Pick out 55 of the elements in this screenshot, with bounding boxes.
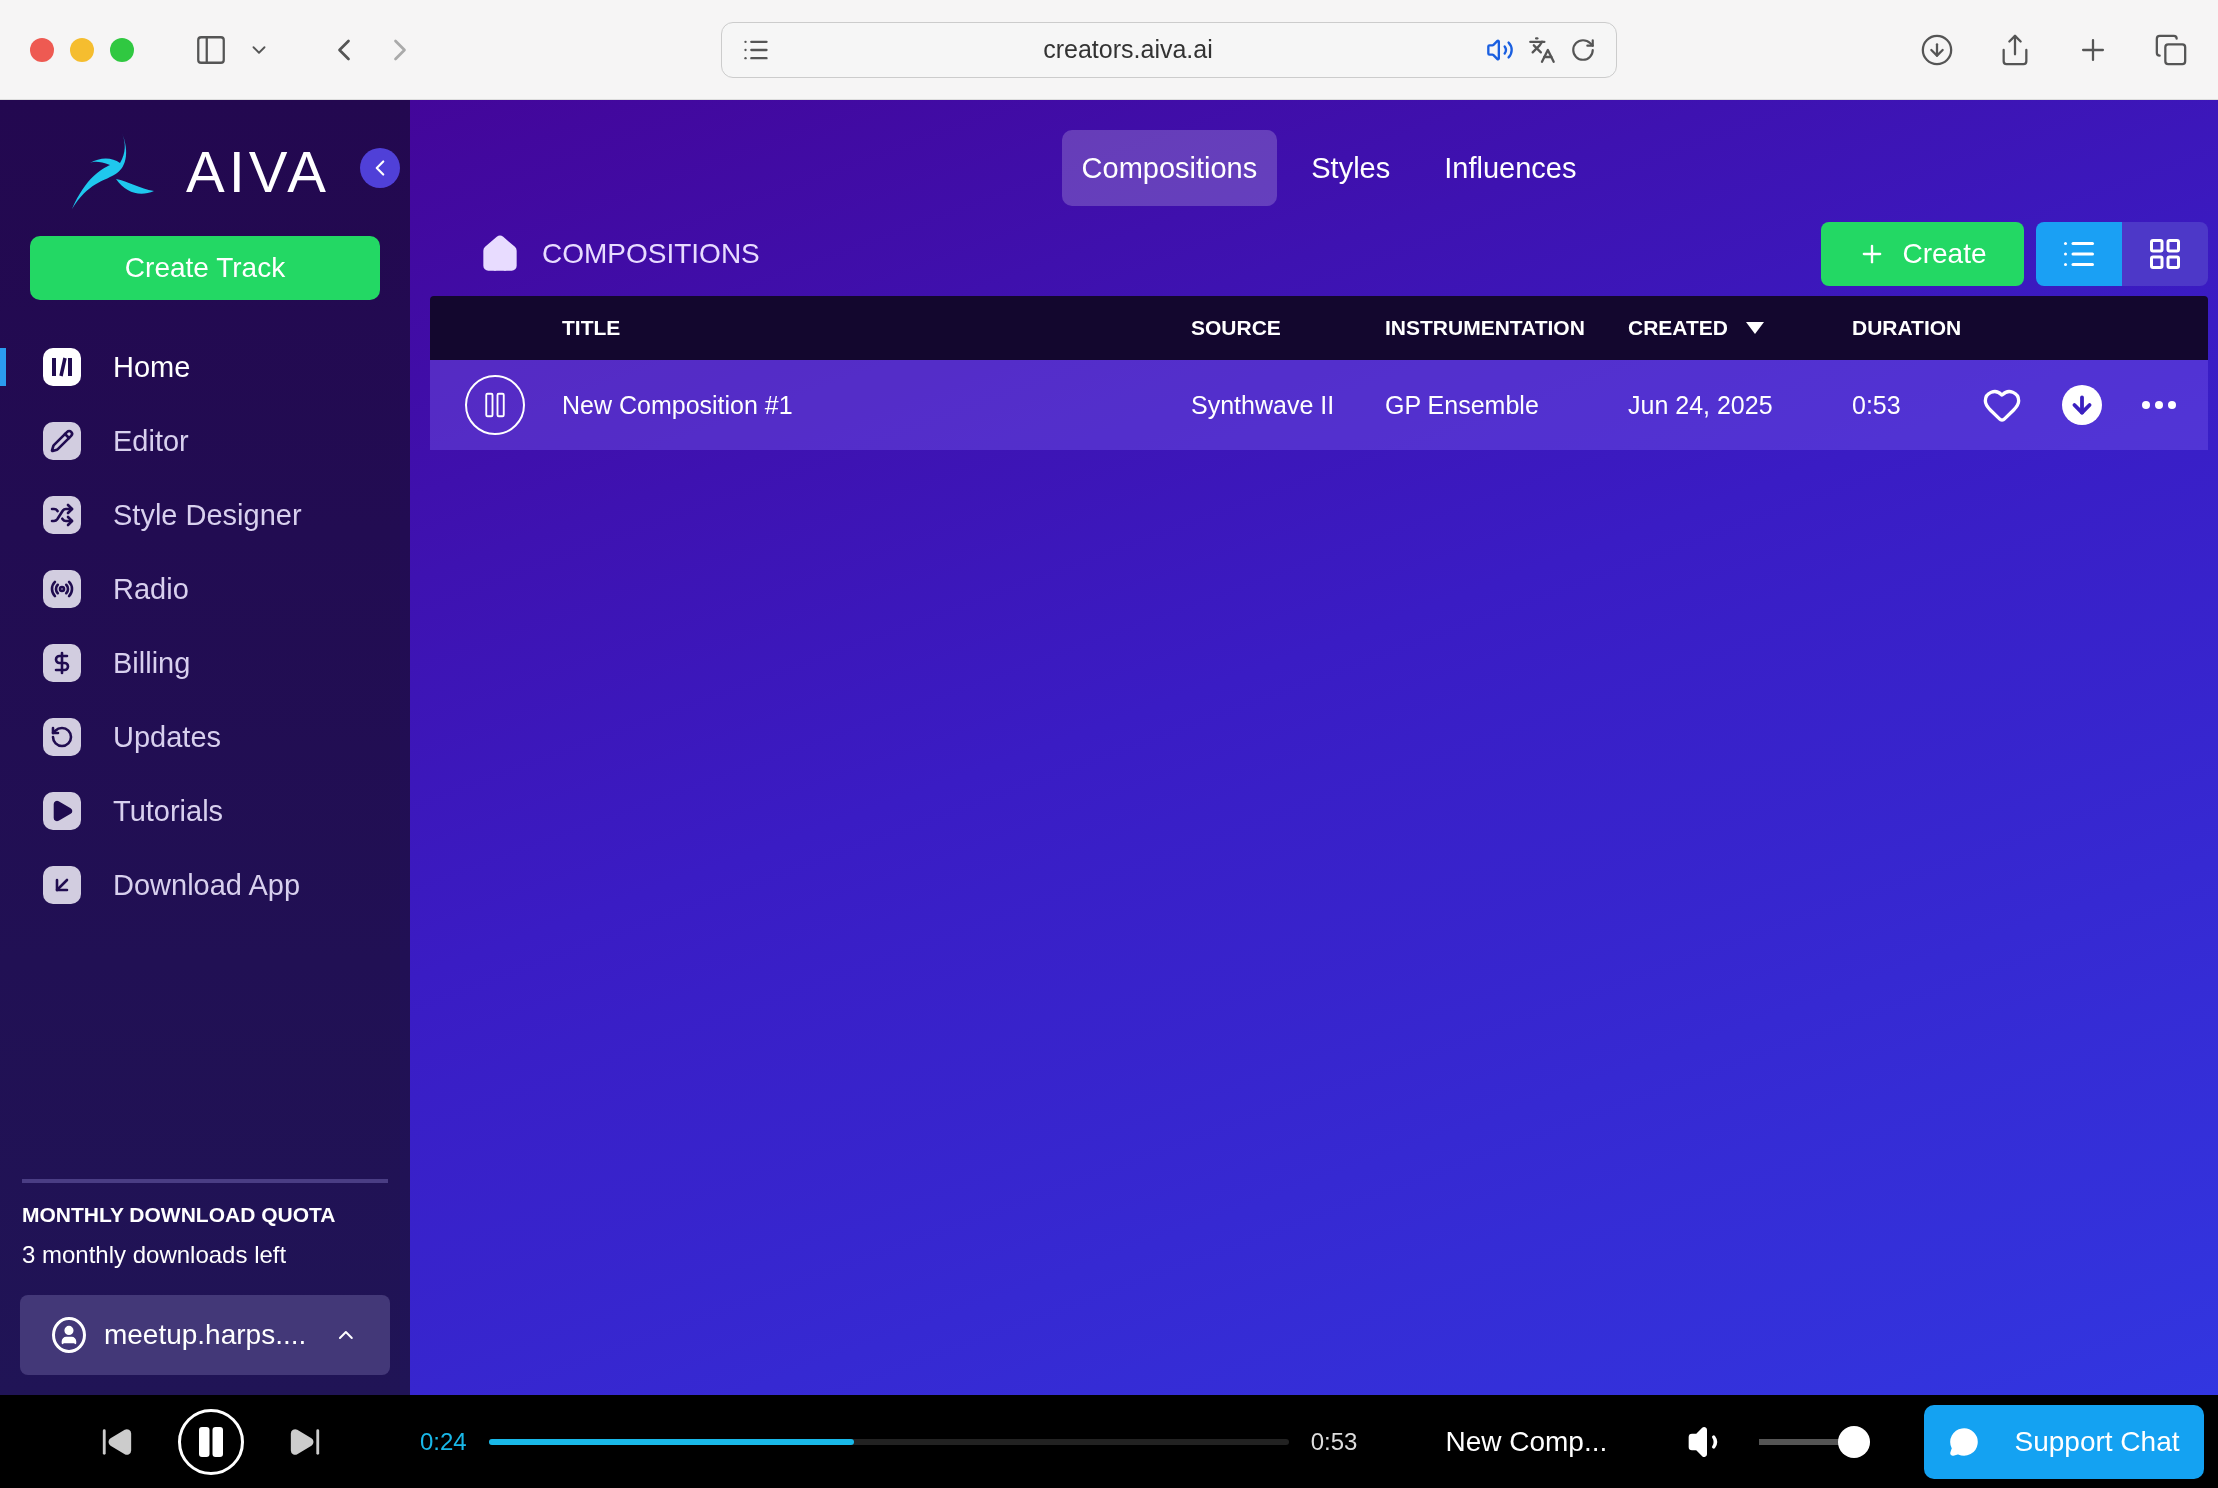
table-cell-text: Synthwave II [1191,390,1336,420]
url-text: creators.aiva.ai [1042,35,1214,64]
logo-text: AIVA [186,137,330,205]
sidebar-item[interactable]: Radio [0,552,410,626]
chat-bubble-icon [1948,1426,1979,1457]
sidebar-item[interactable]: Billing [0,626,410,700]
shuffle-icon [50,503,74,527]
pause-button[interactable] [178,1408,244,1475]
account-menu-button[interactable]: meetup.harps.... [20,1295,390,1375]
breadcrumb: COMPOSITIONS [542,238,760,270]
grid-view-button[interactable] [2122,222,2208,286]
bars-icon [50,356,74,378]
volume-thumb[interactable] [1838,1425,1871,1458]
sidebar-item[interactable]: Updates [0,700,410,774]
quota-title: MONTHLY DOWNLOAD QUOTA [21,1203,337,1227]
tabs-overview-icon[interactable] [2154,32,2188,67]
download-button[interactable] [2062,385,2102,425]
table-cell-text: Jun 24, 2025 [1628,390,1774,420]
total-time: 0:53 [1310,1427,1358,1456]
pause-button[interactable] [465,375,525,435]
more-icon [2142,401,2176,409]
tab[interactable]: Styles [1291,130,1411,206]
pencil-icon [50,429,74,453]
column-header[interactable]: INSTRUMENTATION [1385,316,1628,340]
sidebar-item[interactable]: Editor [0,404,410,478]
column-header[interactable]: DURATION [1852,316,1982,340]
table-cell-text: 0:53 [1852,390,1902,420]
tab[interactable]: Influences [1424,130,1597,206]
rotate-icon [50,725,74,749]
collapse-sidebar-button[interactable] [360,148,400,188]
progress-track[interactable] [488,1438,1289,1445]
table-row[interactable]: New Composition #1 Synthwave II GP Ensemble Jun 24, 2025 0:53 [430,360,2208,450]
download-icon[interactable] [1920,32,1954,67]
translate-icon[interactable] [1528,35,1556,64]
column-header[interactable]: CREATED [1628,316,1852,340]
sidebar-item[interactable]: Tutorials [0,774,410,848]
user-avatar-icon [52,1317,86,1353]
home-icon[interactable] [480,234,520,274]
track-title: New Comp... [1445,1425,1608,1458]
column-header[interactable]: SOURCE [1191,316,1385,340]
table-cell-text: GP Ensemble [1385,390,1540,420]
quota-text: 3 monthly downloads left [21,1240,288,1269]
sidebar-item[interactable]: Home [0,330,410,404]
column-header[interactable]: TITLE [562,316,1191,340]
table-cell-text: New Composition #1 [562,390,794,420]
sidebar-item[interactable]: Download App [0,848,410,922]
more-button[interactable] [2142,401,2176,409]
close-window-icon[interactable] [30,37,54,62]
sort-down-icon [1745,322,1764,334]
elapsed-time: 0:24 [420,1427,467,1456]
address-bar[interactable]: creators.aiva.ai [721,21,1617,78]
sidebar-item[interactable]: Style Designer [0,478,410,552]
reload-icon[interactable] [1570,36,1596,63]
tab[interactable]: Compositions [1061,130,1278,206]
grid-icon [2147,236,2183,272]
